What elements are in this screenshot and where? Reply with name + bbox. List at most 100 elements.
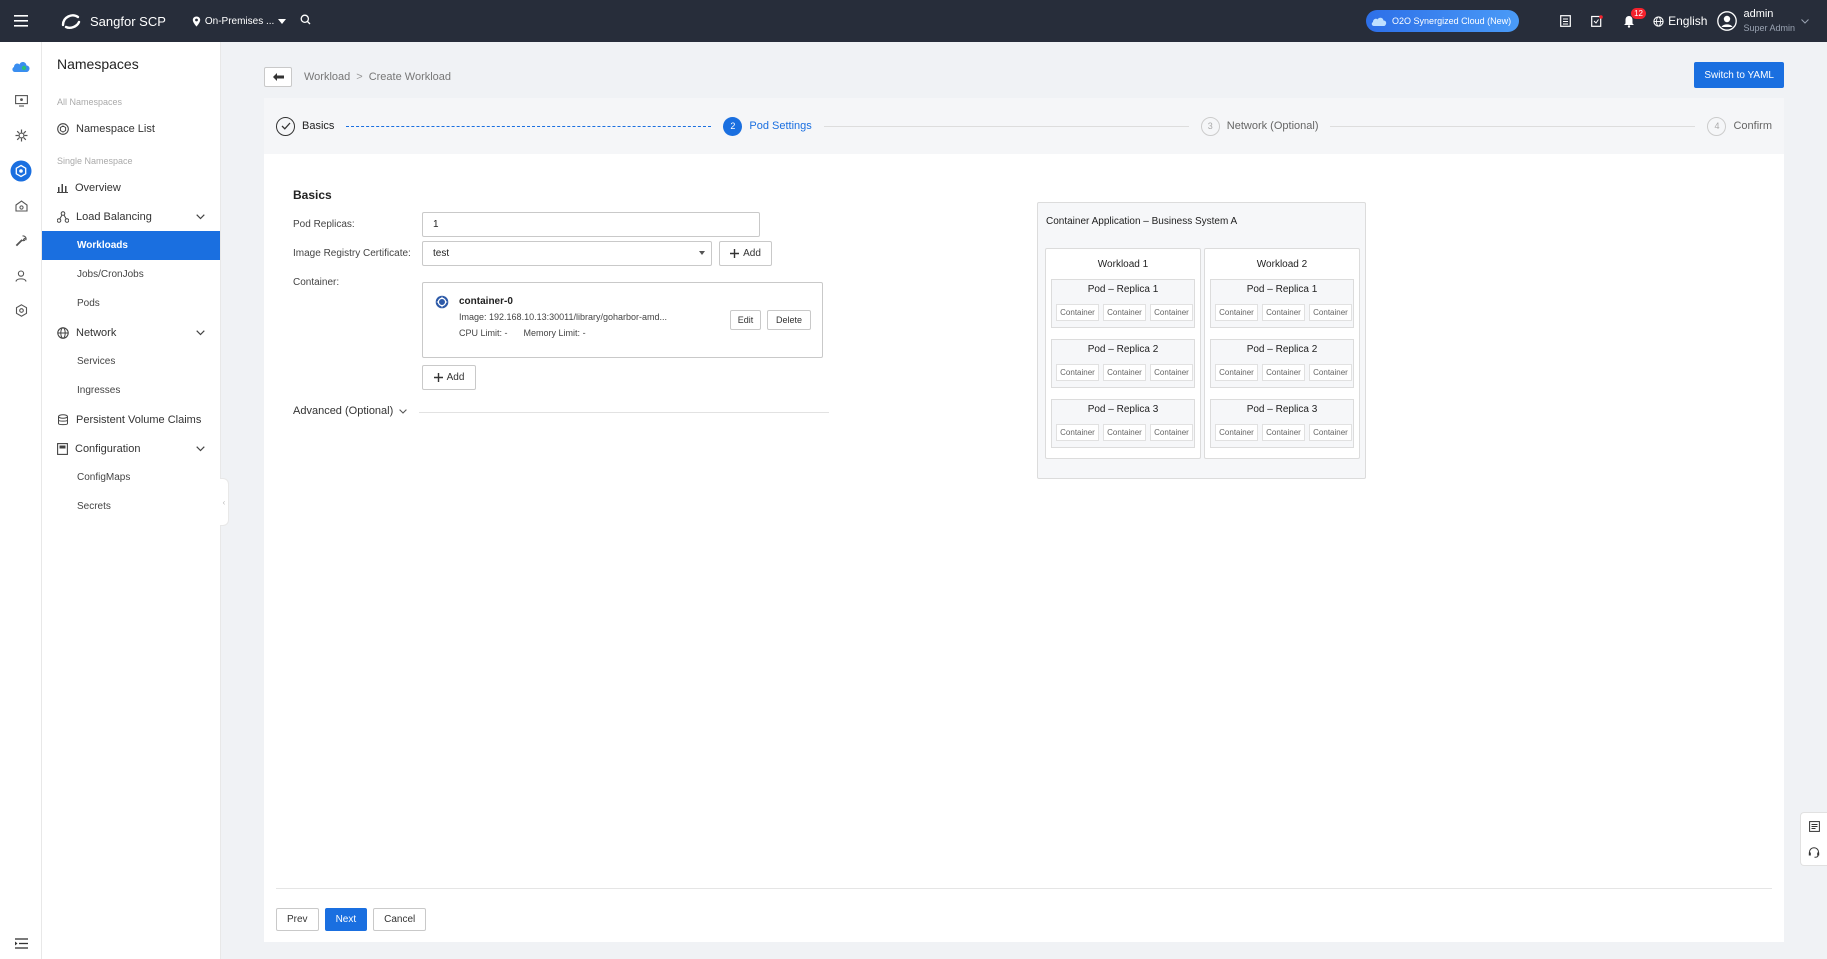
language-switcher[interactable]: English — [1653, 14, 1707, 28]
sidebar-item-label: Configuration — [75, 442, 141, 455]
container-box: Container — [1262, 364, 1305, 381]
step-confirm[interactable]: 4 Confirm — [1707, 116, 1772, 136]
pod-box: Pod – Replica 2 Container Container Cont… — [1210, 339, 1354, 388]
rail-cloud-icon[interactable] — [0, 48, 42, 83]
prev-button[interactable]: Prev — [276, 908, 319, 931]
chevron-down-icon — [399, 408, 408, 414]
caret-down-icon — [699, 251, 705, 255]
notification-count: 12 — [1631, 8, 1647, 19]
sidebar-collapse-handle[interactable]: ‹ — [220, 478, 229, 526]
add-container-button[interactable]: Add — [422, 365, 476, 390]
user-menu[interactable]: admin Super Admin — [1717, 7, 1809, 35]
container-box: Container — [1150, 424, 1193, 441]
headset-icon[interactable] — [1808, 846, 1820, 858]
sidebar-item-load-balancing[interactable]: Load Balancing — [42, 202, 220, 231]
pod-box: Pod – Replica 3 Container Container Cont… — [1051, 399, 1195, 448]
load-balancing-icon — [57, 210, 69, 223]
sidebar-item-network[interactable]: Network — [42, 318, 220, 347]
icon-rail — [0, 42, 42, 959]
o2o-cloud-badge[interactable]: O2O Synergized Cloud (New) — [1366, 10, 1520, 32]
sidebar-item-services[interactable]: Services — [42, 347, 220, 376]
floating-help-panel — [1800, 812, 1827, 866]
advanced-toggle[interactable]: Advanced (Optional) — [293, 405, 408, 417]
add-label: Add — [743, 248, 761, 259]
sidebar-item-namespace-list[interactable]: Namespace List — [42, 114, 220, 143]
workload-box: Workload 1 Pod – Replica 1 Container Con… — [1045, 248, 1201, 459]
sidebar-item-configmaps[interactable]: ConfigMaps — [42, 463, 220, 492]
cancel-button[interactable]: Cancel — [373, 908, 427, 931]
pod-title: Pod – Replica 3 — [1087, 404, 1159, 415]
sidebar-item-configuration[interactable]: Configuration — [42, 434, 220, 463]
sidebar-item-secrets[interactable]: Secrets — [42, 492, 220, 521]
container-box: Container — [1056, 424, 1099, 441]
chevron-down-icon — [196, 445, 205, 451]
globe-icon — [57, 326, 69, 339]
rail-settings-icon[interactable] — [0, 293, 42, 328]
container-card: container-0 Image: 192.168.10.13:30011/l… — [422, 282, 823, 358]
user-name: admin — [1743, 8, 1774, 20]
pod-replicas-input[interactable]: 1 — [422, 212, 760, 237]
registry-cert-value: test — [433, 248, 450, 259]
language-label: English — [1668, 14, 1708, 28]
rail-tools-icon[interactable] — [0, 223, 42, 258]
step-basics[interactable]: Basics — [276, 116, 334, 136]
chevron-down-icon — [196, 213, 205, 219]
registry-cert-select[interactable]: test — [422, 241, 712, 266]
pod-title: Pod – Replica 3 — [1246, 404, 1318, 415]
switch-to-yaml-button[interactable]: Switch to YAML — [1694, 62, 1784, 88]
menu-icon[interactable] — [0, 0, 42, 42]
environment-select[interactable]: On-Premises ... — [192, 16, 287, 27]
sidebar-item-pods[interactable]: Pods — [42, 289, 220, 318]
rail-monitor-icon[interactable] — [0, 83, 42, 118]
sidebar-item-label: Namespace List — [76, 122, 155, 135]
section-title: Basics — [293, 188, 332, 202]
form-content: Basics Pod Replicas: 1 Image Registry Ce… — [264, 154, 1784, 942]
container-image: Image: 192.168.10.13:30011/library/gohar… — [459, 312, 689, 322]
add-certificate-button[interactable]: Add — [719, 241, 772, 266]
sidebar-item-pvc[interactable]: Persistent Volume Claims — [42, 405, 220, 434]
sidebar-item-ingresses[interactable]: Ingresses — [42, 376, 220, 405]
avatar-icon — [1717, 11, 1738, 31]
rail-collapse-icon[interactable] — [0, 938, 42, 949]
next-button[interactable]: Next — [324, 908, 368, 931]
container-gear-icon — [435, 295, 449, 312]
app-logo[interactable]: Sangfor SCP — [60, 11, 166, 31]
check-icon — [276, 116, 295, 136]
rail-store-icon[interactable] — [0, 188, 42, 223]
search-icon[interactable] — [300, 14, 311, 28]
notification-bell-icon[interactable]: 12 — [1613, 0, 1647, 42]
document-icon[interactable] — [1808, 820, 1820, 832]
sidebar-section-all: All Namespaces — [57, 97, 123, 107]
edit-container-button[interactable]: Edit — [730, 310, 761, 330]
rail-cluster-icon[interactable] — [0, 118, 42, 153]
memory-limit-label: Memory Limit: — [523, 328, 581, 338]
container-box: Container — [1262, 304, 1305, 321]
step-network[interactable]: 3 Network (Optional) — [1200, 116, 1319, 136]
pod-box: Pod – Replica 1 Container Container Cont… — [1210, 279, 1354, 328]
container-box: Container — [1215, 364, 1258, 381]
task-list-icon[interactable] — [1549, 0, 1581, 42]
pod-box: Pod – Replica 3 Container Container Cont… — [1210, 399, 1354, 448]
delete-container-button[interactable]: Delete — [767, 310, 811, 330]
step-label: Network (Optional) — [1226, 120, 1319, 132]
sidebar-item-jobs[interactable]: Jobs/CronJobs — [42, 260, 220, 289]
pod-title: Pod – Replica 1 — [1246, 284, 1318, 295]
plus-icon — [730, 249, 740, 258]
back-button[interactable] — [264, 67, 292, 87]
container-name: container-0 — [459, 296, 513, 307]
sidebar-item-label: Persistent Volume Claims — [76, 413, 202, 426]
breadcrumb-workload[interactable]: Workload — [304, 71, 350, 83]
cpu-limit-label: CPU Limit: — [459, 328, 503, 338]
sidebar-item-workloads[interactable]: Workloads — [42, 231, 220, 260]
namespace-icon — [57, 122, 69, 135]
sidebar-item-label: Overview — [75, 181, 121, 194]
step-number: 4 — [1707, 116, 1727, 136]
rail-namespace-icon[interactable] — [0, 153, 42, 188]
step-connector — [823, 125, 1189, 127]
sidebar-item-overview[interactable]: Overview — [42, 173, 220, 202]
container-box: Container — [1262, 424, 1305, 441]
step-pod-settings[interactable]: 2 Pod Settings — [723, 116, 812, 136]
rail-user-icon[interactable] — [0, 258, 42, 293]
sidebar-section-single: Single Namespace — [57, 156, 133, 166]
alarm-document-icon[interactable] — [1581, 0, 1613, 42]
